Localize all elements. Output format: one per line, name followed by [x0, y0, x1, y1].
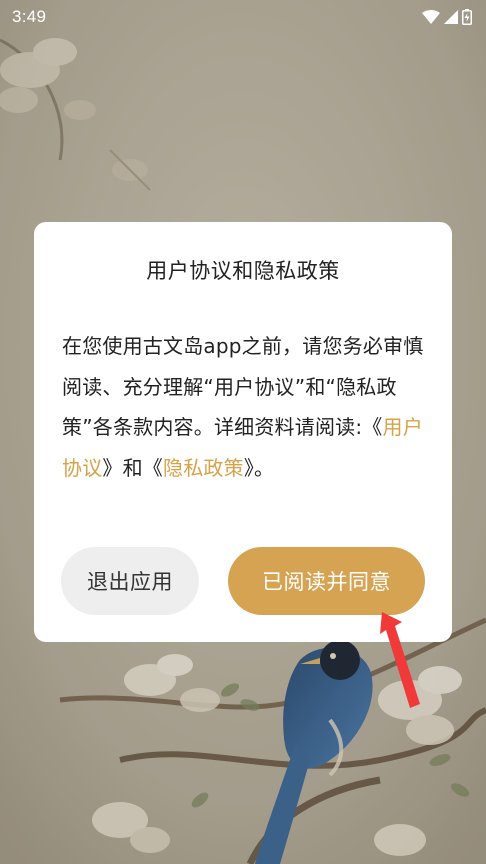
status-time: 3:49 [12, 7, 47, 26]
body-text-prefix: 在您使用古文岛app之前，请您务必审慎阅读、充分理解“用户协议”和“隐私政策”各… [62, 334, 424, 439]
status-icons [422, 9, 472, 25]
app-screen: 3:49 用户协议和隐私政策 在您使用古文岛app之前，请您务必审慎阅读、充分理… [0, 0, 486, 864]
annotation-arrow-icon [380, 612, 420, 708]
status-bar: 3:49 [0, 0, 486, 34]
body-text-middle: 》和《 [102, 455, 164, 480]
wifi-icon [422, 10, 440, 24]
dialog-body: 在您使用古文岛app之前，请您务必审慎阅读、充分理解“用户协议”和“隐私政策”各… [62, 326, 426, 488]
privacy-dialog: 用户协议和隐私政策 在您使用古文岛app之前，请您务必审慎阅读、充分理解“用户协… [34, 222, 452, 642]
dialog-title: 用户协议和隐私政策 [146, 259, 340, 283]
exit-app-button[interactable]: 退出应用 [61, 547, 199, 615]
privacy-policy-link[interactable]: 隐私政策 [163, 456, 244, 480]
signal-icon [444, 10, 458, 24]
body-text-suffix: 》。 [243, 455, 275, 480]
battery-icon [462, 9, 472, 25]
